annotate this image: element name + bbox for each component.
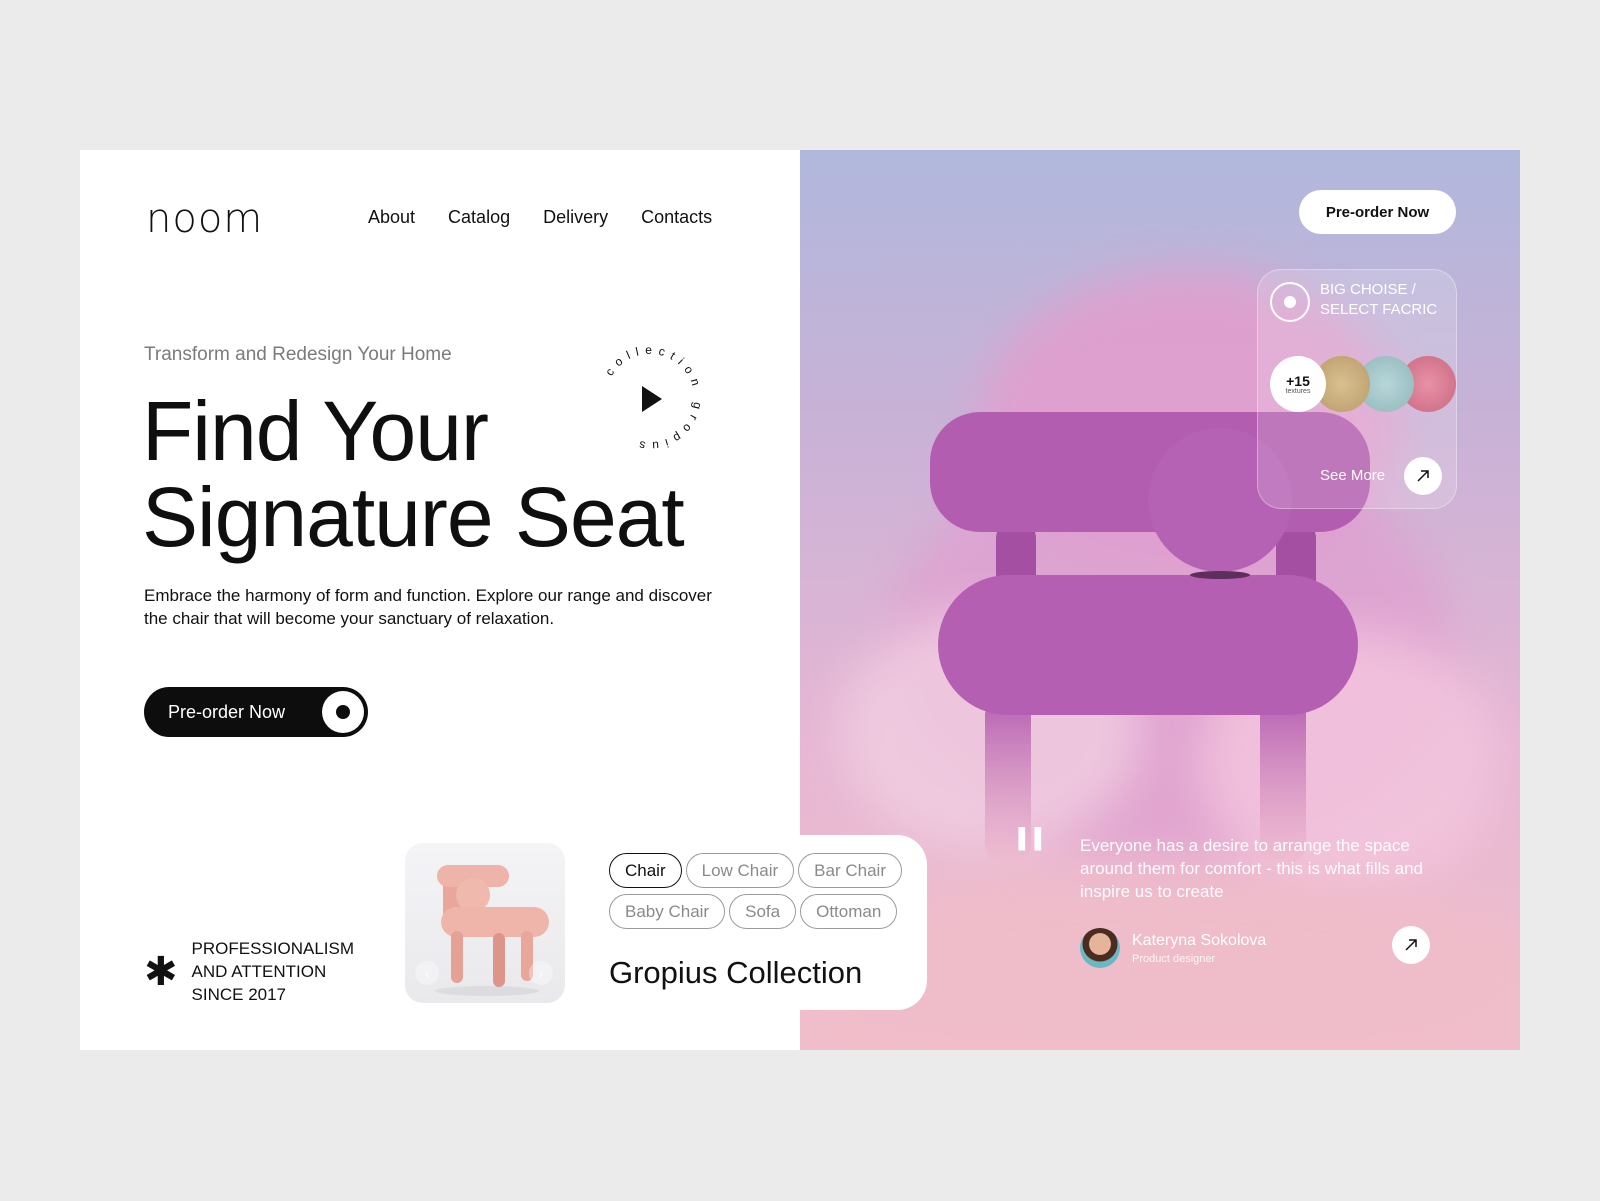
since-block: ✱ PROFESSIONALISM AND ATTENTION SINCE 20… xyxy=(144,937,354,1006)
tag-bar-chair[interactable]: Bar Chair xyxy=(798,853,902,888)
thumb-prev-icon[interactable]: ‹ xyxy=(415,961,439,985)
category-card: Chair Low Chair Bar Chair Baby Chair Sof… xyxy=(587,835,927,1010)
author-role: Product designer xyxy=(1132,952,1216,965)
product-thumbnail[interactable]: ‹ › xyxy=(405,843,565,1003)
hero-description: Embrace the harmony of form and function… xyxy=(144,586,712,628)
tag-chair[interactable]: Chair xyxy=(609,853,682,888)
landing-page: noom About Catalog Delivery Contacts Tra… xyxy=(80,150,1520,1050)
header-preorder-button[interactable]: Pre-order Now xyxy=(1299,190,1456,234)
see-more-link[interactable]: See More xyxy=(1320,467,1385,484)
collection-title: Gropius Collection xyxy=(609,955,863,990)
headline-line-1: Find Your xyxy=(142,384,489,478)
preorder-button-label: Pre-order Now xyxy=(168,701,286,722)
play-icon[interactable] xyxy=(642,386,662,412)
author-name: Kateryna Sokolova xyxy=(1132,931,1267,949)
category-tags: Chair Low Chair Bar Chair Baby Chair Sof… xyxy=(609,853,929,929)
thumb-next-icon[interactable]: › xyxy=(529,961,553,985)
headline-line-2: Signature Seat xyxy=(142,470,685,564)
fabric-selector-card: BIG CHOISE / SELECT FACRIC +15 textures … xyxy=(1257,269,1457,509)
collection-play-badge[interactable]: collection gropius xyxy=(592,340,708,456)
tag-low-chair[interactable]: Low Chair xyxy=(685,853,795,888)
fabric-card-title: BIG CHOISE / SELECT FACRIC xyxy=(1320,281,1438,318)
brand-logo[interactable]: noom xyxy=(146,196,263,242)
tag-sofa[interactable]: Sofa xyxy=(729,894,797,929)
testimonial-quote: Everyone has a desire to arrange the spa… xyxy=(1080,836,1423,901)
quote-icon: " xyxy=(1010,811,1050,911)
preorder-button[interactable]: Pre-order Now xyxy=(144,687,368,737)
tag-baby-chair[interactable]: Baby Chair xyxy=(609,894,726,929)
testimonial-arrow-icon[interactable] xyxy=(1392,926,1430,964)
texture-count[interactable]: +15 textures xyxy=(1270,356,1326,412)
nav-catalog[interactable]: Catalog xyxy=(448,207,510,228)
arrow-up-right-icon[interactable] xyxy=(1404,457,1442,495)
avatar xyxy=(1080,928,1120,968)
tag-ottoman[interactable]: Ottoman xyxy=(800,894,898,929)
nav-contacts[interactable]: Contacts xyxy=(641,207,712,228)
main-nav: About Catalog Delivery Contacts xyxy=(368,207,712,228)
nav-delivery[interactable]: Delivery xyxy=(543,207,608,228)
testimonial-author: Kateryna Sokolova Product designer xyxy=(1080,928,1266,968)
hero-eyebrow: Transform and Redesign Your Home xyxy=(144,344,452,365)
record-dot-icon xyxy=(322,691,364,733)
since-text: PROFESSIONALISM AND ATTENTION SINCE 2017 xyxy=(191,939,354,1004)
nav-about[interactable]: About xyxy=(368,207,415,228)
target-icon xyxy=(1270,282,1310,322)
asterisk-icon: ✱ xyxy=(144,949,178,994)
